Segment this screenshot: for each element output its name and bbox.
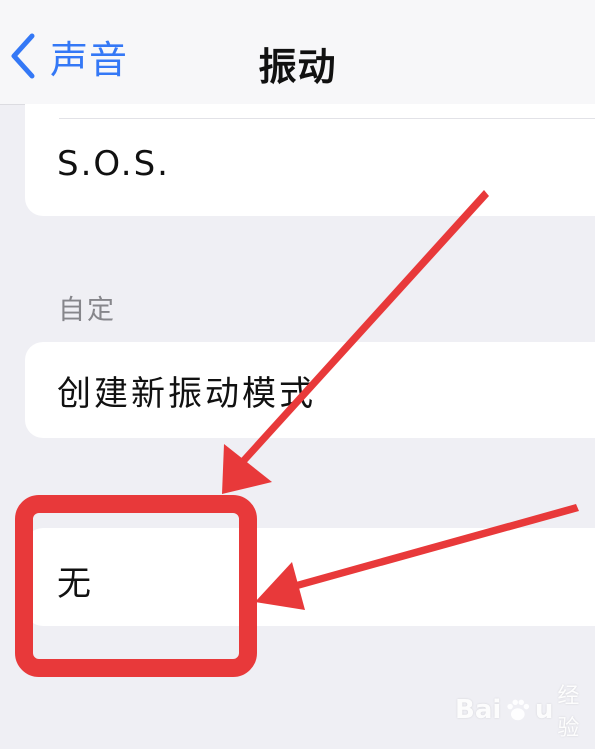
watermark-brand: Bai [455,695,502,725]
page-title: 振动 [258,45,337,89]
create-new-vibration-row[interactable]: 创建新振动模式 [25,342,595,438]
sos-row[interactable]: S.O.S. [25,104,595,216]
create-new-vibration-label: 创建新振动模式 [57,374,316,414]
watermark-sub: 经验 [557,684,580,741]
row-separator [59,118,595,119]
custom-section-header: 自定 [58,295,116,326]
sos-label: S.O.S. [57,144,170,184]
navigation-bar: 声音 振动 [0,0,595,105]
paw-icon [507,699,530,721]
highlight-annotation-box [15,495,257,677]
watermark: Bai u 经验 [455,684,595,741]
watermark-brand-tail: u [534,695,554,725]
